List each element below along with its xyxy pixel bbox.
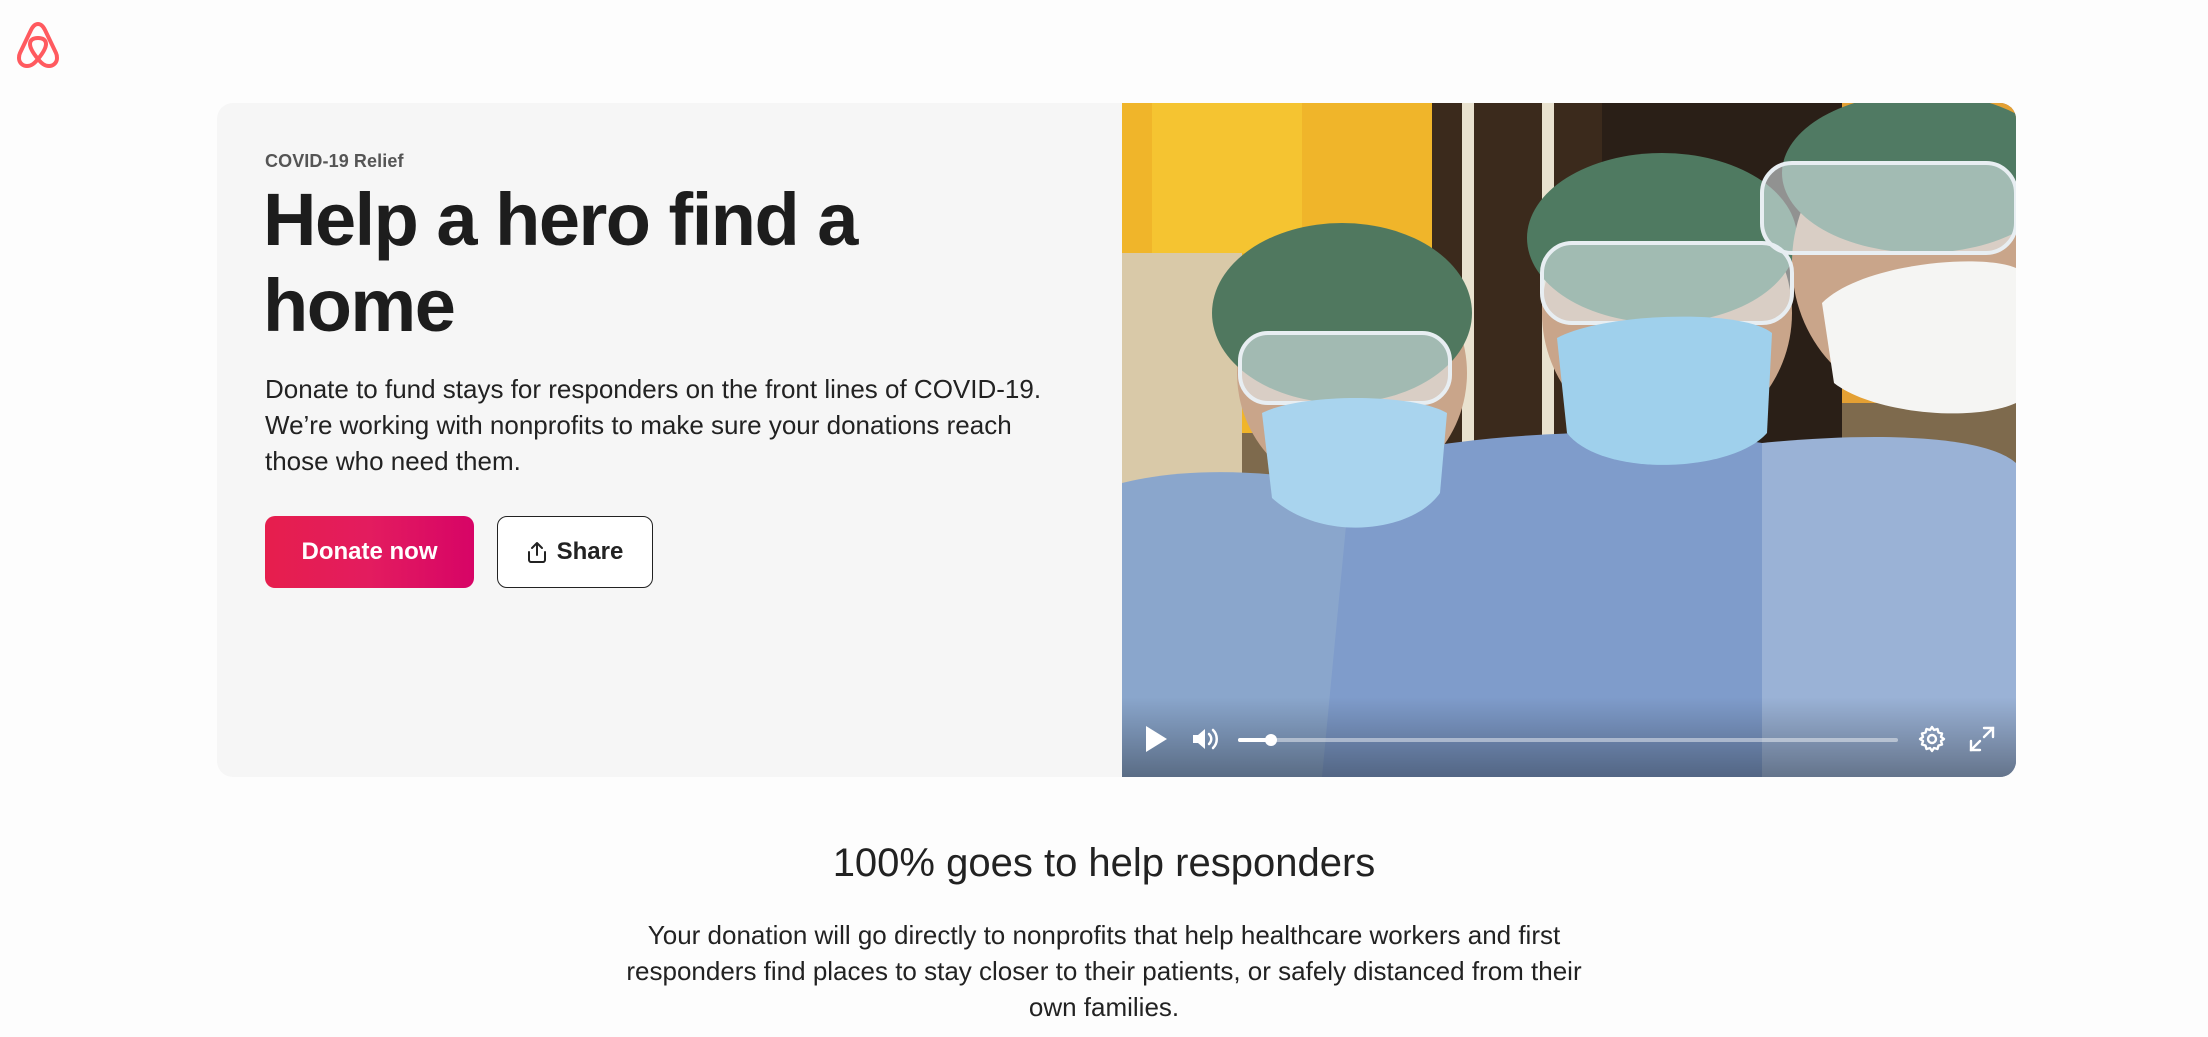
fullscreen-icon[interactable]: [1968, 725, 1996, 753]
play-icon[interactable]: [1142, 723, 1170, 755]
volume-icon[interactable]: [1190, 725, 1220, 753]
airbnb-logo-icon[interactable]: [14, 18, 62, 70]
hero-content-panel: COVID-19 Relief Help a hero find a home …: [217, 103, 1122, 777]
gear-icon[interactable]: [1918, 725, 1946, 753]
video-progress-handle[interactable]: [1265, 734, 1277, 746]
section-title: 100% goes to help responders: [832, 841, 1376, 885]
video-controls-bar: [1122, 697, 2016, 777]
hero-eyebrow: COVID-19 Relief: [265, 151, 404, 171]
video-frame-image: [1122, 103, 2016, 777]
hero-headline: Help a hero find a home: [263, 178, 858, 347]
share-button[interactable]: Share: [497, 516, 653, 588]
share-button-label: Share: [556, 538, 624, 565]
section-description: Your donation will go directly to nonpro…: [626, 920, 1582, 1022]
share-upload-icon: [527, 542, 546, 563]
video-progress-slider[interactable]: [1238, 734, 1898, 746]
donate-now-button[interactable]: Donate now: [265, 516, 474, 588]
hero-description: Donate to fund stays for responders on t…: [265, 374, 1042, 476]
hero-section: COVID-19 Relief Help a hero find a home …: [217, 103, 2016, 777]
hero-video-player[interactable]: [1122, 103, 2016, 777]
